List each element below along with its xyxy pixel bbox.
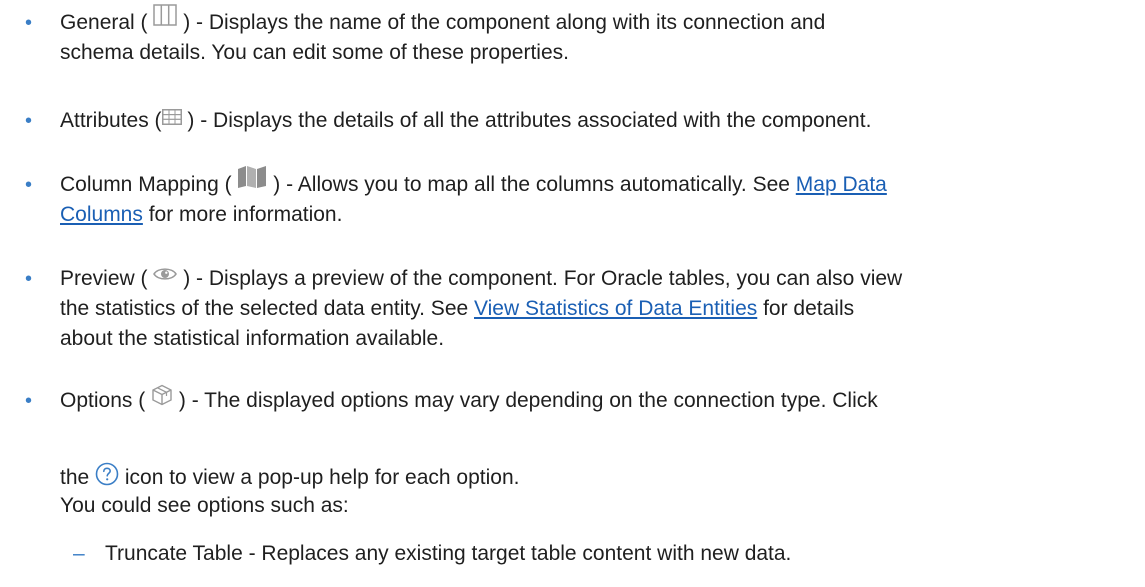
options-intro-text: You could see options such as: [60, 494, 349, 517]
dash: – [73, 542, 85, 565]
general-description: ) - Displays the name of the component a… [183, 11, 826, 34]
line: Preview ( ) - Displays a preview of the … [60, 264, 1130, 294]
list-item-attributes: • Attributes () - Displays the details … [25, 106, 1130, 136]
help-line: the icon to view a pop-up help for each … [60, 463, 519, 493]
grid-table-icon [161, 109, 182, 126]
list-item-general: • General ( ) - Displays the name of the… [25, 4, 1130, 68]
map-data-columns-link-continued[interactable]: Columns [60, 203, 143, 226]
column-mapping-description: ) - Allows you to map all the columns au… [273, 173, 796, 196]
line: Attributes ( ) - Displays the details of… [60, 106, 1130, 136]
document: • General ( ) - Displays the name of the… [0, 0, 1145, 587]
preview-description-2-post: for details [757, 297, 855, 320]
preview-description-2: the statistics of the selected data enti… [60, 297, 475, 320]
line: about the statistical information availa… [60, 324, 1130, 354]
preview-description-3: about the statistical information availa… [60, 327, 445, 350]
sub-item-truncate-table: – Truncate Table - Replaces any existing… [73, 539, 1135, 569]
line: schema details. You can edit some of the… [60, 38, 1130, 68]
bullet: • [25, 110, 33, 132]
general-label: General ( [60, 11, 148, 34]
bullet: • [25, 174, 33, 196]
attributes-label: Attributes ( [60, 109, 162, 132]
general-description-2: schema details. You can edit some of the… [60, 41, 569, 64]
options-intro: You could see options such as: [60, 491, 349, 521]
column-mapping-label: Column Mapping ( [60, 173, 232, 196]
list-item-preview: • Preview ( ) - Displays a preview of th… [25, 264, 1130, 354]
bullet: • [25, 12, 33, 34]
options-label: Options ( [60, 389, 146, 412]
bullet: • [25, 390, 33, 412]
column-mapping-after: for more information. [142, 203, 343, 226]
list-item-column-mapping: • Column Mapping ( ) - Allows you to map… [25, 166, 1130, 230]
preview-label: Preview ( [60, 267, 148, 290]
preview-description: ) - Displays a preview of the component.… [183, 267, 903, 290]
view-statistics-link[interactable]: View Statistics of Data Entities [474, 297, 757, 320]
attributes-description: ) - Displays the details of all the attr… [187, 109, 872, 132]
map-data-columns-link[interactable]: Map Data [796, 173, 887, 196]
help-post: icon to view a pop-up help for each opti… [119, 466, 520, 489]
line: the statistics of the selected data enti… [60, 294, 1130, 324]
bullet: • [25, 268, 33, 290]
line: Column Mapping ( ) - Allows you to map a… [60, 166, 1130, 200]
help-icon [95, 462, 119, 486]
cube-icon [151, 384, 173, 406]
eye-icon [153, 266, 178, 282]
list-item-options: • Options ( ) - The displayed options ma… [25, 384, 1130, 416]
help-pre: the [60, 466, 96, 489]
options-description: ) - The displayed options may vary depen… [178, 389, 878, 412]
line: General ( ) - Displays the name of the c… [60, 4, 1130, 38]
truncate-table-text: Truncate Table - Replaces any existing t… [105, 542, 792, 565]
map-icon [237, 165, 267, 189]
line: Columns for more information. [60, 200, 1130, 230]
columns-icon [153, 4, 178, 27]
line: Options ( ) - The displayed options may … [60, 384, 1130, 416]
